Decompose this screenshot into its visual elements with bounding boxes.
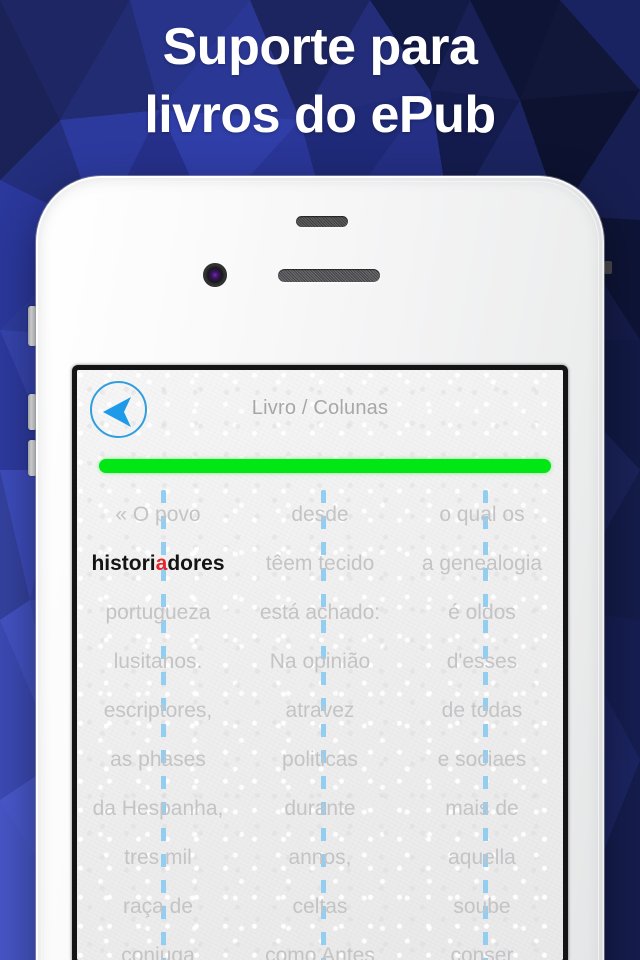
word-cell-placeholder[interactable]: as phases [77,748,239,772]
word-cell-placeholder[interactable]: a genealogia [401,552,563,576]
word-cell-placeholder[interactable]: de todas [401,699,563,723]
word-cell-placeholder[interactable]: politicas [239,748,401,772]
word-cell-placeholder[interactable]: mais de [401,797,563,821]
word-cell-placeholder[interactable]: annos, [239,846,401,870]
word-row: « O povo desde o qual os [77,490,563,539]
word-cell-placeholder[interactable]: celtas [239,895,401,919]
app-screen: Livro / Colunas « O povo desde o qual os hi… [77,370,563,960]
screenshot-stage: Suporte para livros do ePub Livro / Colu… [0,0,640,960]
highlighted-letter: a [155,551,168,575]
word-cell-placeholder[interactable]: conjuga [77,944,239,960]
word-cell-placeholder[interactable]: lusitanos. [77,650,239,674]
word-cell-placeholder[interactable]: como Antes [239,944,401,960]
word-cell-placeholder[interactable]: está achado: [239,601,401,625]
front-camera-icon [203,263,227,287]
earpiece-speaker-grille-icon [278,269,380,282]
word-cell-answer[interactable]: historiadores [77,552,239,576]
word-row: as phases politicas e sociaes [77,735,563,784]
headline-line-1: Suporte para [162,18,478,76]
word-cell-placeholder[interactable]: « O povo [77,503,239,527]
word-cell-placeholder[interactable]: portugueza [77,601,239,625]
word-row: raça de celtas soube [77,882,563,931]
page-title: Livro / Colunas [251,397,389,419]
word-cell-placeholder[interactable]: Na opinião [239,650,401,674]
word-cell-placeholder[interactable]: atravez [239,699,401,723]
word-row: da Hespanha, durante mais de [77,784,563,833]
word-row: portugueza está achado: é oldos [77,588,563,637]
word-cell-placeholder[interactable]: da Hespanha, [77,797,239,821]
power-button[interactable] [604,261,612,274]
word-cell-placeholder[interactable]: o qual os [401,503,563,527]
reading-progress-bar[interactable] [99,459,551,473]
word-row: historiadores têem tecido a genealogia [77,539,563,588]
headline: Suporte para livros do ePub [0,14,640,149]
word-cell-placeholder[interactable]: escriptores, [77,699,239,723]
word-row: conjuga como Antes conser [77,931,563,960]
word-row: lusitanos. Na opinião d'esses [77,637,563,686]
word-cell-placeholder[interactable]: soube [401,895,563,919]
phone-screen-bezel: Livro / Colunas « O povo desde o qual os hi… [72,365,568,960]
word-cell-placeholder[interactable]: tres mil [77,846,239,870]
word-cell-placeholder[interactable]: e sociaes [401,748,563,772]
reading-progress-fill [99,459,551,473]
headline-line-2: livros do ePub [144,85,496,144]
word-cell-placeholder[interactable]: durante [239,797,401,821]
top-speaker-grille-icon [296,216,348,227]
word-cell-placeholder[interactable]: têem tecido [239,552,401,576]
word-cell-placeholder[interactable]: é oldos [401,601,563,625]
word-cell-placeholder[interactable]: aquella [401,846,563,870]
app-header: Livro / Colunas [77,370,563,442]
word-cell-placeholder[interactable]: raça de [77,895,239,919]
word-rows-host: « O povo desde o qual os historiadores têem … [77,490,563,960]
word-cell-placeholder[interactable]: d'esses [401,650,563,674]
word-row: tres mil annos, aquella [77,833,563,882]
word-column-grid: « O povo desde o qual os historiadores têem … [77,490,563,960]
word-cell-placeholder[interactable]: conser [401,944,563,960]
word-cell-placeholder[interactable]: desde [239,503,401,527]
word-row: escriptores, atravez de todas [77,686,563,735]
